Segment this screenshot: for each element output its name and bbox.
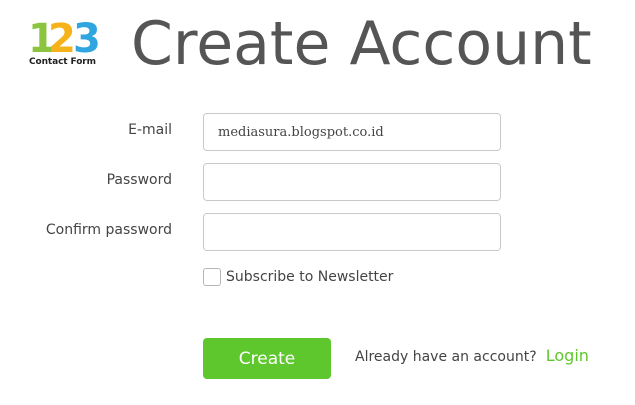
password-label: Password <box>106 172 172 188</box>
login-prompt: Already have an account? <box>355 349 537 365</box>
logo-mark: 1 2 3 <box>28 20 101 58</box>
password-field[interactable] <box>203 163 501 201</box>
newsletter-checkbox[interactable] <box>203 268 221 286</box>
email-field[interactable] <box>203 113 501 151</box>
newsletter-row[interactable]: Subscribe to Newsletter <box>203 267 393 287</box>
confirm-password-field[interactable] <box>203 213 501 251</box>
logo-digit-three: 3 <box>73 20 101 58</box>
logo-digit-two: 2 <box>48 20 76 58</box>
email-label: E-mail <box>128 122 172 138</box>
login-link[interactable]: Login <box>546 346 589 365</box>
logo: 1 2 3 Contact Form <box>28 20 106 72</box>
newsletter-label[interactable]: Subscribe to Newsletter <box>226 269 393 285</box>
page-title: Create Account <box>131 9 592 79</box>
confirm-password-label: Confirm password <box>45 222 172 238</box>
create-button[interactable]: Create <box>203 338 331 379</box>
logo-caption: Contact Form <box>29 57 96 67</box>
login-line: Already have an account? Login <box>355 346 589 365</box>
